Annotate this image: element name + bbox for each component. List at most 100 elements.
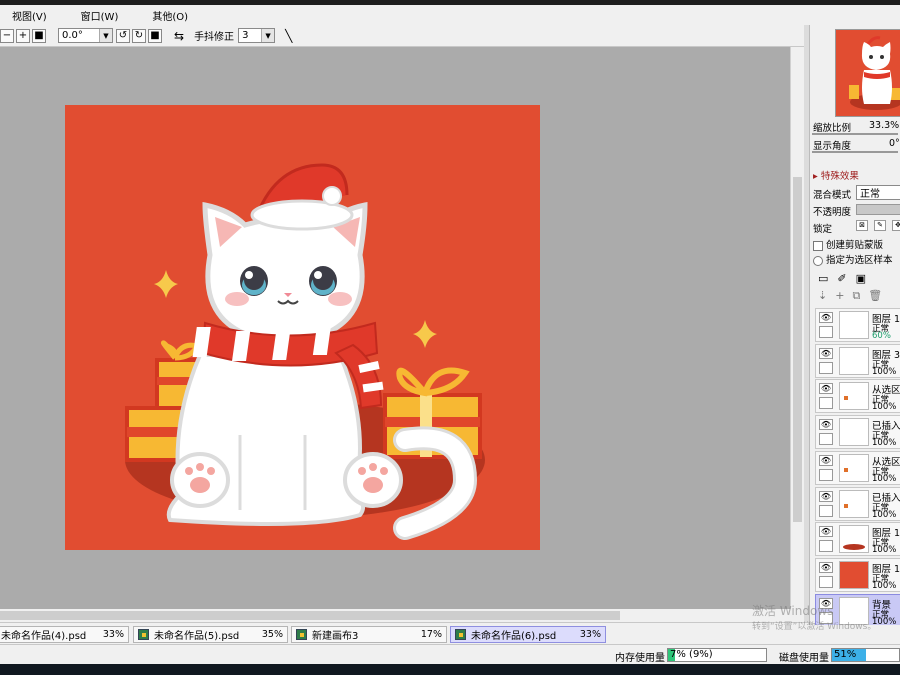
layer-row[interactable]: 👁 图层 1 正常 100% <box>815 522 900 557</box>
effects-header[interactable]: ▸ 特殊效果 <box>813 168 859 182</box>
layer-opacity: 100% <box>872 509 897 520</box>
zoom-out-icon[interactable]: − <box>0 28 14 43</box>
visibility-eye-icon[interactable]: 👁 <box>819 490 833 502</box>
layer-row[interactable]: 👁 图层 3 正常 100% <box>815 343 900 378</box>
tab-zoom: 17% <box>420 629 442 640</box>
canvas-vertical-scrollbar[interactable] <box>790 47 804 609</box>
artwork-canvas[interactable] <box>65 105 540 550</box>
layer-create-toolbar: ▭✐▣ <box>818 272 875 285</box>
layer-opacity: 100% <box>872 366 897 377</box>
layer-row[interactable]: 👁 从选区 正常 100% <box>815 379 900 414</box>
visibility-eye-icon[interactable]: 👁 <box>819 526 833 538</box>
visibility-eye-icon[interactable]: 👁 <box>819 347 833 359</box>
merge-down-icon[interactable]: ⇣ <box>818 289 835 302</box>
rotation-select[interactable]: 0.0° ▼ <box>58 28 113 43</box>
menu-other[interactable]: 其他(O) <box>152 8 188 23</box>
menu-window[interactable]: 窗口(W) <box>81 8 119 23</box>
clip-checkbox[interactable] <box>813 240 823 251</box>
rotate-right-icon[interactable]: ↻ <box>132 28 146 43</box>
layer-thumbnail <box>839 346 869 375</box>
rotate-left-icon[interactable]: ↺ <box>116 28 130 43</box>
menu-view[interactable]: 视图(V) <box>12 8 47 23</box>
layer-lock-toggle[interactable] <box>819 433 833 446</box>
layer-lock-toggle[interactable] <box>819 504 833 517</box>
cat-illustration <box>125 163 485 540</box>
lock-move-icon[interactable]: ✥ <box>892 220 900 231</box>
layer-lock-toggle[interactable] <box>819 397 833 410</box>
opacity-slider[interactable] <box>856 204 900 215</box>
copy-layer-icon[interactable]: ⧉ <box>852 289 868 302</box>
activation-watermark-title: 激活 Windows <box>752 604 834 618</box>
vertical-scroll-thumb[interactable] <box>793 177 802 522</box>
horizontal-scroll-thumb[interactable] <box>0 611 620 620</box>
sample-checkbox[interactable] <box>813 255 823 266</box>
expand-arrow-icon: ▸ <box>813 171 818 182</box>
flip-horizontal-icon[interactable]: ⇆ <box>174 29 184 43</box>
memory-meter: 7% (9%) <box>667 648 767 662</box>
rotation-value: 0.0° <box>62 30 83 41</box>
tab-document[interactable]: 新建画布3 17% <box>291 626 447 643</box>
angle-slider[interactable] <box>812 151 898 153</box>
visibility-eye-icon[interactable]: 👁 <box>819 312 833 323</box>
layer-thumbnail <box>839 453 869 482</box>
layer-thumbnail <box>839 525 869 554</box>
layer-row[interactable]: 👁 已插入 正常 100% <box>815 486 900 521</box>
zoom-row: 缩放比例 33.3% <box>813 120 899 134</box>
chevron-down-icon: ▼ <box>99 29 112 42</box>
reset-rotation-icon[interactable]: ■ <box>148 28 162 43</box>
delete-layer-icon[interactable]: 🗑 <box>868 289 890 302</box>
layer-opacity: 100% <box>872 438 897 449</box>
new-vector-layer-icon[interactable]: ✐ <box>837 272 855 285</box>
layer-opacity: 100% <box>872 545 897 556</box>
layer-lock-toggle[interactable] <box>819 361 833 374</box>
sample-row[interactable]: 指定为选区样本 <box>813 252 893 266</box>
new-layer-icon[interactable]: ▭ <box>818 272 837 285</box>
lock-paint-icon[interactable]: ✎ <box>874 220 886 231</box>
zoom-in-icon[interactable]: + <box>16 28 30 43</box>
disk-label: 磁盘使用量 <box>779 653 829 664</box>
layer-row[interactable]: 👁 已插入 正常 100% <box>815 415 900 450</box>
line-tool-icon[interactable]: ╲ <box>285 29 292 43</box>
blend-mode-label: 混合模式 <box>813 190 852 201</box>
tab-document[interactable]: 未命名作品(5).psd 35% <box>133 626 288 643</box>
layer-lock-toggle[interactable] <box>819 540 833 553</box>
tab-label: 未命名作品(5).psd <box>154 631 240 642</box>
layer-lock-toggle[interactable] <box>819 575 833 588</box>
navigator-preview[interactable] <box>835 29 900 117</box>
clip-row[interactable]: 创建剪贴蒙版 <box>813 237 883 251</box>
visibility-eye-icon[interactable]: 👁 <box>819 383 833 395</box>
layer-row[interactable]: 👁 图层 1 正常 100% <box>815 557 900 592</box>
disk-meter: 51% <box>831 648 900 662</box>
document-tabs: 未命名作品(4).psd 33% 未命名作品(5).psd 35% 新建画布3 … <box>0 622 808 644</box>
lock-transparency-icon[interactable]: ⊠ <box>856 220 868 231</box>
stabilizer-value: 3 <box>242 30 249 41</box>
layer-lock-toggle[interactable] <box>819 326 833 338</box>
layer-row[interactable]: 👁 图层 1 正常 60% <box>815 308 900 342</box>
memory-value: 7% (9%) <box>670 649 713 660</box>
tab-document-active[interactable]: 未命名作品(6).psd 33% <box>450 626 606 643</box>
tab-document[interactable]: 未命名作品(4).psd 33% <box>0 626 129 643</box>
layer-opacity: 100% <box>872 473 897 484</box>
fit-view-icon[interactable]: ■ <box>32 28 46 43</box>
visibility-eye-icon[interactable]: 👁 <box>819 419 833 431</box>
zoom-slider[interactable] <box>812 133 898 135</box>
new-folder-icon[interactable]: ▣ <box>856 272 875 285</box>
blend-mode-select[interactable]: 正常 <box>856 185 900 200</box>
visibility-eye-icon[interactable]: 👁 <box>819 454 833 466</box>
layer-row[interactable]: 👁 从选区 正常 100% <box>815 450 900 485</box>
add-mask-icon[interactable]: + <box>835 289 852 302</box>
taskbar <box>0 664 900 675</box>
layer-action-toolbar: ⇣+⧉🗑 <box>818 289 890 303</box>
blend-mode-value: 正常 <box>860 189 880 200</box>
navigator-thumbnail <box>849 36 900 110</box>
canvas-horizontal-scrollbar[interactable] <box>0 609 790 622</box>
clip-label: 创建剪贴蒙版 <box>826 240 884 251</box>
opacity-row: 不透明度 <box>813 204 851 218</box>
canvas-workspace[interactable] <box>0 47 790 609</box>
angle-row: 显示角度 0° <box>813 138 900 152</box>
tab-label: 未命名作品(4).psd <box>1 631 87 642</box>
layer-lock-toggle[interactable] <box>819 468 833 481</box>
memory-label: 内存使用量 <box>615 653 665 664</box>
visibility-eye-icon[interactable]: 👁 <box>819 561 833 573</box>
stabilizer-select[interactable]: 3 ▼ <box>238 28 276 43</box>
